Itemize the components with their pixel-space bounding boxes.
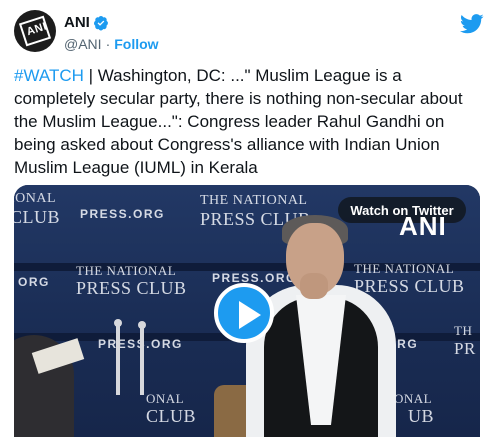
backdrop-label: PRESS.ORG [212, 271, 297, 285]
verified-badge-icon [93, 15, 108, 30]
microphone-head [138, 321, 146, 329]
tweet-card: ANI ANI @ANI · Follow #WATCH | Washingto… [0, 0, 497, 437]
backdrop-label: CLUB [146, 406, 197, 426]
backdrop-label: THE NATIONAL [354, 261, 455, 276]
tweet-header: ANI ANI @ANI · Follow [14, 8, 484, 58]
ani-logo-mark: ANI [18, 15, 52, 47]
backdrop-label: ONAL [394, 391, 433, 406]
sub-row: @ANI · Follow [64, 36, 159, 52]
backdrop-label: UB [408, 406, 435, 426]
follow-button[interactable]: Follow [114, 36, 158, 52]
display-name[interactable]: ANI [64, 14, 90, 31]
play-icon [239, 301, 261, 329]
tweet-text: #WATCH | Washington, DC: ..." Muslim Lea… [14, 64, 474, 179]
avatar-logo-text: ANI [25, 20, 49, 39]
backdrop-label: CLUB [14, 207, 61, 227]
backdrop-label: TH [454, 323, 473, 338]
backdrop-label: THE NATIONAL [200, 193, 308, 208]
hashtag-link[interactable]: #WATCH [14, 66, 84, 85]
backdrop-label: ORG [18, 275, 50, 289]
backdrop-label: PR [454, 339, 476, 358]
video-player[interactable]: IONAL CLUB PRESS.ORG THE NATIONAL PRESS … [14, 185, 480, 437]
ani-watermark-text: ANI [399, 211, 447, 241]
microphone-stand [116, 325, 120, 395]
backdrop-label: PRESS CLUB [76, 278, 187, 298]
backdrop-label: ONAL [146, 391, 185, 406]
account-handle[interactable]: @ANI [64, 36, 102, 52]
microphone-head [114, 319, 122, 327]
twitter-bird-icon[interactable] [460, 14, 484, 34]
backdrop-label: IONAL [14, 191, 57, 206]
name-row: ANI [64, 14, 109, 31]
backdrop-label: THE NATIONAL [76, 263, 177, 278]
avatar[interactable]: ANI [14, 10, 56, 52]
backdrop-label: PRESS.ORG [80, 207, 165, 221]
speaker-hand [300, 273, 328, 299]
backdrop-label: PRESS CLUB [354, 276, 465, 296]
separator-dot: · [105, 36, 111, 52]
play-button[interactable] [214, 283, 274, 343]
ani-watermark-logo: ANI [399, 211, 469, 245]
microphone-stand [140, 327, 144, 395]
